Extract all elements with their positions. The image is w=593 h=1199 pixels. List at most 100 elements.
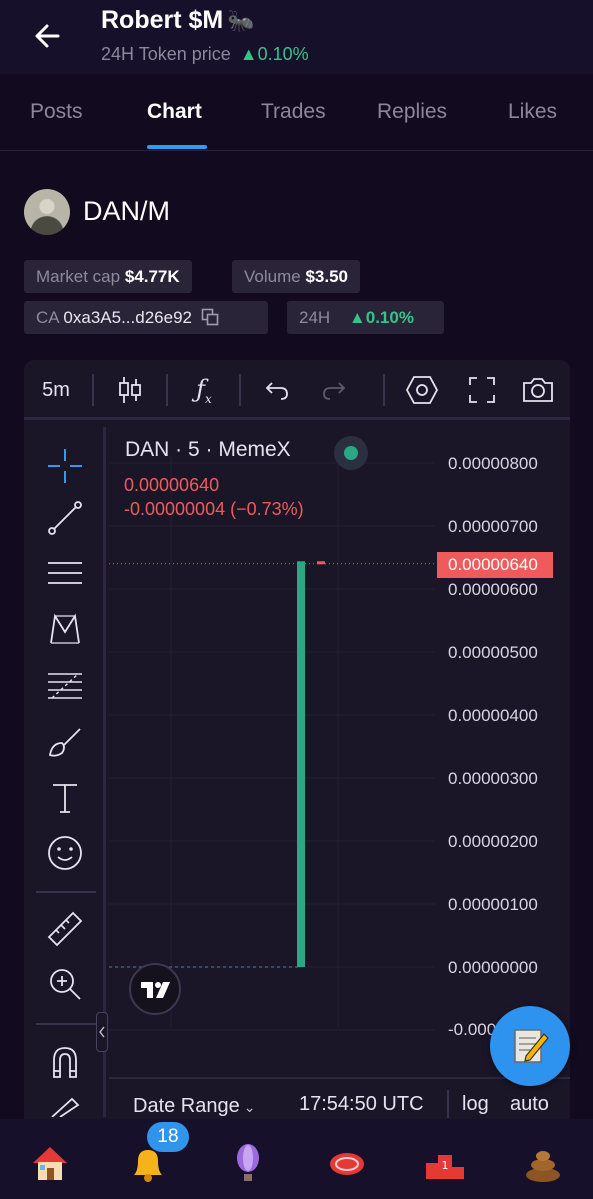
- y-tick-label: 0.00000600: [448, 580, 538, 599]
- log-scale-button[interactable]: log: [462, 1093, 489, 1116]
- copy-icon[interactable]: [201, 308, 219, 326]
- candles-icon: [119, 377, 141, 403]
- tool-separator: [36, 1023, 96, 1025]
- ruler-icon[interactable]: [46, 910, 84, 948]
- y-tick-label: 0.00000500: [448, 643, 538, 662]
- pair-name: DAN/M: [83, 196, 170, 226]
- date-range-label: Date Range: [133, 1095, 240, 1117]
- tab-posts[interactable]: Posts: [30, 100, 83, 124]
- contract-address-chip[interactable]: CA 0xa3A5...d26e92: [24, 301, 268, 334]
- volume-label: Volume: [244, 267, 301, 286]
- y-tick-label: 0.00000200: [448, 832, 538, 851]
- crosshair-icon[interactable]: [46, 447, 84, 485]
- candle-0: [297, 561, 305, 967]
- svg-text:1: 1: [442, 1159, 449, 1172]
- market-cap-label: Market cap: [36, 267, 121, 286]
- nav-leaderboard[interactable]: 1: [423, 1141, 467, 1185]
- fullscreen-icon: [469, 377, 495, 403]
- market-cap-value: $4.77K: [124, 267, 180, 286]
- collapse-toolbar-button[interactable]: [96, 1012, 108, 1052]
- undo-button[interactable]: [259, 372, 295, 408]
- indicators-icon: ƒx: [196, 374, 212, 406]
- market-status-icon: [334, 436, 368, 470]
- balloon-icon: [237, 1144, 259, 1181]
- back-button[interactable]: [28, 16, 68, 56]
- screenshot-button[interactable]: [518, 372, 558, 408]
- y-tick-label: 0.00000700: [448, 517, 538, 536]
- avatar: [24, 189, 70, 235]
- last-price-tag: 0.00000640: [437, 552, 553, 578]
- settings-icon: [405, 376, 439, 404]
- bottom-nav: 1: [0, 1119, 593, 1199]
- tradingview-logo[interactable]: [129, 963, 181, 1015]
- legend-last-price: 0.00000640: [124, 475, 220, 495]
- title-text: Robert $M: [101, 6, 224, 34]
- nav-crystal[interactable]: [226, 1141, 270, 1185]
- brush-icon[interactable]: [46, 723, 84, 761]
- volume-chip: Volume $3.50: [232, 260, 360, 293]
- fullscreen-button[interactable]: [462, 372, 502, 408]
- auto-scale-button[interactable]: auto: [510, 1093, 549, 1116]
- camera-icon: [523, 378, 553, 402]
- y-tick-label: 0.00000000: [448, 958, 538, 977]
- pattern-icon[interactable]: [46, 610, 84, 648]
- horizontal-lines-icon[interactable]: [46, 554, 84, 592]
- trend-line-icon[interactable]: [46, 499, 84, 537]
- subtitle-change: ▲0.10%: [239, 44, 309, 64]
- nav-meat[interactable]: [325, 1141, 369, 1185]
- tab-replies[interactable]: Replies: [377, 100, 447, 124]
- ant-emoji: 🐜: [227, 8, 255, 33]
- y-tick-label: 0.00000400: [448, 706, 538, 725]
- podium-icon: 1: [426, 1155, 464, 1179]
- nav-poop[interactable]: [521, 1141, 565, 1185]
- zoom-in-icon[interactable]: [46, 965, 84, 1003]
- bottom-separator: [447, 1090, 449, 1118]
- pencil-icon[interactable]: [46, 1097, 84, 1117]
- toolbar-separator: [92, 374, 94, 406]
- tab-chart[interactable]: Chart: [147, 100, 202, 124]
- emoji-icon[interactable]: [46, 834, 84, 872]
- arrow-left-icon: [35, 24, 60, 48]
- tab-trades[interactable]: Trades: [261, 100, 326, 124]
- period-change-chip: 24H ▲0.10%: [287, 301, 444, 334]
- active-tab-indicator: [147, 145, 207, 149]
- ca-label: CA: [36, 308, 59, 327]
- toolbar-separator: [383, 374, 385, 406]
- period-change: ▲0.10%: [348, 308, 414, 327]
- volume-value: $3.50: [305, 267, 348, 286]
- chart-legend-title: DAN · 5 · MemeX: [125, 438, 291, 461]
- tab-likes[interactable]: Likes: [508, 100, 557, 124]
- undo-icon: [265, 382, 288, 400]
- fib-icon[interactable]: [46, 667, 84, 705]
- chart-toolbar: 5m ƒx: [24, 360, 570, 420]
- redo-icon: [323, 382, 346, 400]
- toolbar-separator: [166, 374, 168, 406]
- notification-badge: 18: [147, 1122, 189, 1152]
- market-cap-chip: Market cap $4.77K: [24, 260, 192, 293]
- legend-change: -0.00000004 (−0.73%): [124, 499, 304, 519]
- toolbar-separator: [239, 374, 241, 406]
- utc-clock[interactable]: 17:54:50 UTC: [299, 1093, 424, 1116]
- period-label: 24H: [299, 308, 331, 327]
- memo-icon: [514, 1029, 549, 1063]
- drawing-toolbar: [24, 427, 106, 1117]
- nav-home[interactable]: [28, 1141, 72, 1185]
- tool-separator: [36, 891, 96, 893]
- ca-value: 0xa3A5...d26e92: [63, 308, 192, 327]
- subtitle-label: 24H Token price: [101, 44, 231, 64]
- candles-button[interactable]: [112, 372, 148, 408]
- indicators-button[interactable]: ƒx: [186, 372, 222, 408]
- date-range-button[interactable]: Date Range ⌄: [133, 1095, 255, 1118]
- redo-button[interactable]: [316, 372, 352, 408]
- token-title: Robert $M 🐜: [101, 6, 255, 35]
- candle-1: [317, 561, 325, 565]
- text-icon[interactable]: [46, 779, 84, 817]
- magnet-icon[interactable]: [46, 1043, 84, 1081]
- y-tick-label: 0.00000100: [448, 895, 538, 914]
- settings-button[interactable]: [402, 372, 442, 408]
- poop-icon: [526, 1151, 560, 1182]
- compose-button[interactable]: [490, 1006, 570, 1086]
- interval-button[interactable]: 5m: [34, 372, 78, 408]
- tradingview-icon: [141, 982, 170, 998]
- top-bar: Robert $M 🐜 24H Token price ▲0.10%: [0, 0, 593, 74]
